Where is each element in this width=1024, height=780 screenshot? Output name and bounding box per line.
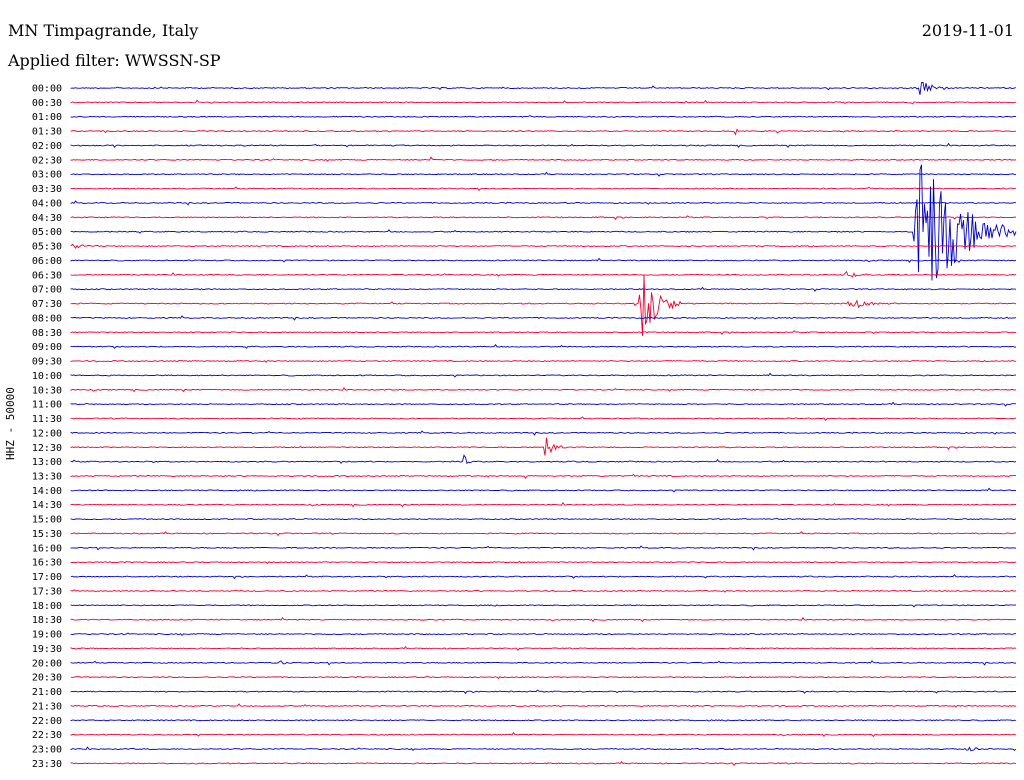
row-time-label: 10:00 bbox=[32, 371, 62, 382]
trace-line bbox=[70, 81, 1017, 95]
trace-line bbox=[70, 359, 1016, 363]
row-time-label: 05:30 bbox=[32, 242, 62, 253]
row-time-label: 00:00 bbox=[32, 84, 62, 95]
row-time-label: 02:00 bbox=[32, 141, 62, 152]
row-time-label: 03:00 bbox=[32, 170, 62, 181]
row-time-label: 21:30 bbox=[32, 701, 62, 712]
row-time-label: 13:30 bbox=[32, 471, 62, 482]
trace-line bbox=[70, 156, 1017, 162]
trace-line bbox=[70, 531, 1017, 537]
row-time-label: 17:00 bbox=[32, 572, 62, 583]
trace-line bbox=[70, 401, 1017, 407]
trace-line bbox=[70, 604, 1016, 608]
row-time-label: 20:30 bbox=[32, 673, 62, 684]
trace-line bbox=[70, 731, 1017, 738]
trace-line bbox=[70, 632, 1017, 636]
row-time-label: 23:30 bbox=[32, 759, 62, 770]
row-time-label: 07:00 bbox=[32, 285, 62, 296]
row-time-label: 17:30 bbox=[32, 586, 62, 597]
trace-line bbox=[70, 518, 1017, 521]
row-time-label: 12:30 bbox=[32, 443, 62, 454]
trace-line bbox=[70, 502, 1017, 508]
trace-line bbox=[70, 115, 1017, 118]
trace-line bbox=[70, 270, 1017, 278]
row-time-label: 12:00 bbox=[32, 428, 62, 439]
trace-line bbox=[70, 703, 1017, 708]
trace-line bbox=[70, 164, 1017, 281]
trace-line bbox=[70, 760, 1017, 767]
trace-line bbox=[70, 675, 1017, 679]
row-time-label: 04:00 bbox=[32, 198, 62, 209]
trace-line bbox=[70, 719, 1017, 722]
row-time-label: 08:00 bbox=[32, 313, 62, 324]
trace-line bbox=[70, 487, 1017, 493]
row-time-label: 10:30 bbox=[32, 385, 62, 396]
trace-line bbox=[70, 343, 1017, 349]
trace-line bbox=[70, 315, 1017, 321]
helicorder-chart: 00:00 00:30 01:00 01:30 02:00 02:30 03:00 03:30… bbox=[32, 81, 1017, 770]
trace-line bbox=[70, 660, 1017, 666]
trace-line bbox=[70, 560, 1017, 564]
trace-line bbox=[70, 589, 1017, 593]
row-time-label: 19:00 bbox=[32, 630, 62, 641]
row-time-label: 11:30 bbox=[32, 414, 62, 425]
trace-line bbox=[70, 454, 1017, 465]
row-time-label: 20:00 bbox=[32, 658, 62, 669]
trace-line bbox=[70, 275, 1017, 336]
row-time-label: 09:00 bbox=[32, 342, 62, 353]
trace-line bbox=[70, 372, 1017, 378]
row-time-label: 16:30 bbox=[32, 558, 62, 569]
row-time-label: 00:30 bbox=[32, 98, 62, 109]
trace-line bbox=[70, 99, 1017, 105]
row-time-label: 15:00 bbox=[32, 515, 62, 526]
trace-line bbox=[70, 128, 1017, 136]
trace-line bbox=[70, 142, 1017, 149]
trace-line bbox=[70, 257, 1017, 263]
trace-line bbox=[70, 645, 1017, 652]
row-time-label: 22:30 bbox=[32, 730, 62, 741]
trace-line bbox=[70, 437, 1017, 456]
row-time-label: 22:00 bbox=[32, 716, 62, 727]
trace-line bbox=[70, 243, 1017, 249]
trace-line bbox=[70, 545, 1017, 551]
row-time-label: 16:00 bbox=[32, 543, 62, 554]
row-time-label: 03:30 bbox=[32, 184, 62, 195]
trace-line bbox=[70, 330, 1017, 335]
row-time-label: 21:00 bbox=[32, 687, 62, 698]
row-time-label: 23:00 bbox=[32, 745, 62, 756]
row-time-label: 15:30 bbox=[32, 529, 62, 540]
trace-line bbox=[70, 416, 1016, 422]
trace-line bbox=[70, 473, 1016, 480]
trace-line bbox=[70, 689, 1017, 695]
row-time-label: 06:30 bbox=[32, 270, 62, 281]
row-time-label: 04:30 bbox=[32, 213, 62, 224]
trace-line bbox=[70, 430, 1017, 436]
row-time-label: 01:00 bbox=[32, 112, 62, 123]
trace-line bbox=[70, 387, 1017, 393]
row-time-label: 05:00 bbox=[32, 227, 62, 238]
row-time-label: 02:30 bbox=[32, 155, 62, 166]
row-time-label: 19:30 bbox=[32, 644, 62, 655]
row-time-label: 09:30 bbox=[32, 357, 62, 368]
trace-line bbox=[70, 616, 1017, 623]
trace-line bbox=[70, 573, 1017, 580]
trace-line bbox=[70, 286, 1017, 292]
row-time-label: 01:30 bbox=[32, 127, 62, 138]
row-time-label: 13:00 bbox=[32, 457, 62, 468]
row-time-label: 14:00 bbox=[32, 486, 62, 497]
trace-line bbox=[70, 200, 1017, 206]
trace-line bbox=[70, 171, 1016, 177]
row-time-label: 08:30 bbox=[32, 328, 62, 339]
row-time-label: 11:00 bbox=[32, 400, 62, 411]
trace-line bbox=[70, 215, 1017, 220]
row-time-label: 18:00 bbox=[32, 601, 62, 612]
row-time-label: 06:00 bbox=[32, 256, 62, 267]
trace-line bbox=[70, 186, 1016, 192]
row-time-label: 14:30 bbox=[32, 500, 62, 511]
trace-line bbox=[70, 746, 1017, 752]
row-time-label: 18:30 bbox=[32, 615, 62, 626]
row-time-label: 07:30 bbox=[32, 299, 62, 310]
